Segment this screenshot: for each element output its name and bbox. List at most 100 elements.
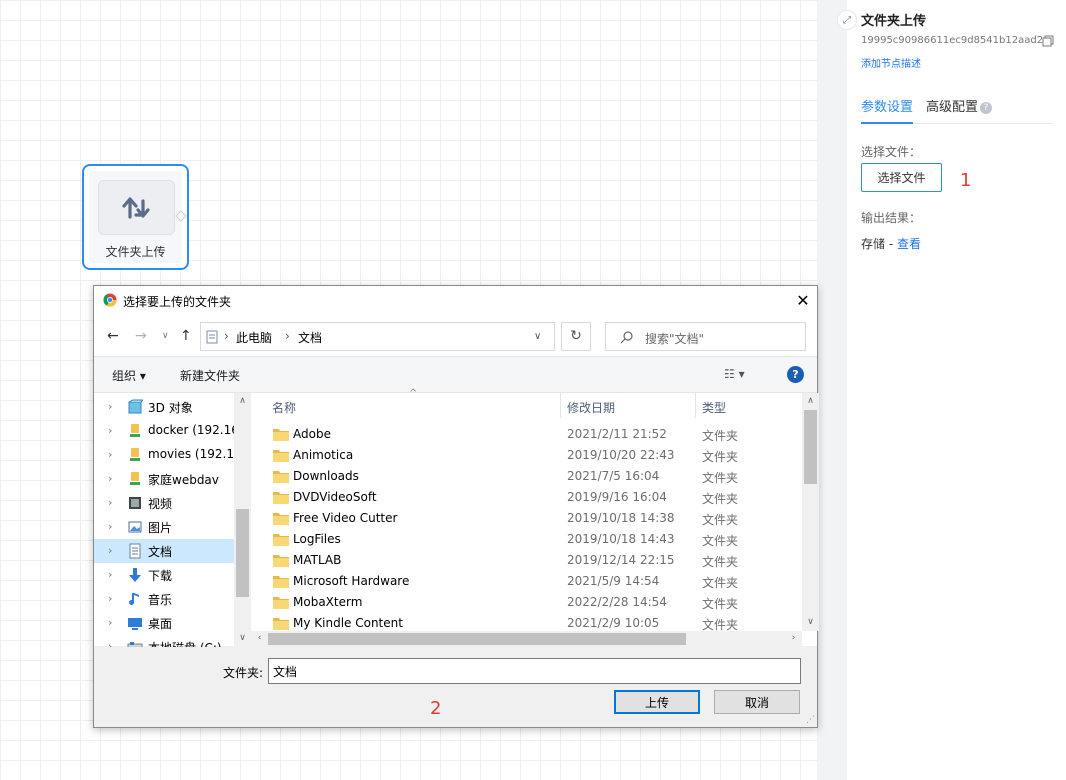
expand-chevron-icon[interactable]: ›: [108, 472, 112, 485]
file-row[interactable]: MATLAB 2019/12/14 22:15 文件夹: [251, 551, 801, 572]
expand-chevron-icon[interactable]: ›: [108, 616, 112, 629]
cancel-button[interactable]: 取消: [714, 690, 800, 714]
download-icon: [129, 568, 141, 582]
file-date: 2021/5/9 14:54: [567, 574, 660, 588]
active-tab-indicator: [861, 122, 913, 124]
select-file-button[interactable]: 选择文件: [861, 163, 942, 192]
breadcrumb-this-pc[interactable]: 此电脑: [236, 329, 272, 346]
expand-chevron-icon[interactable]: ›: [108, 568, 112, 581]
file-date: 2021/2/9 10:05: [567, 616, 660, 630]
file-type: 文件夹: [702, 513, 739, 527]
close-icon[interactable]: ✕: [792, 290, 814, 312]
scroll-left-arrow-icon[interactable]: ‹: [251, 630, 268, 647]
file-date: 2021/2/11 21:52: [567, 427, 667, 441]
node-label: 文件夹上传: [105, 245, 166, 259]
nav-item[interactable]: › 家庭webdav: [94, 467, 234, 491]
file-row[interactable]: Adobe 2021/2/11 21:52 文件夹: [251, 425, 801, 446]
address-dropdown-chevron-icon[interactable]: ∨: [534, 331, 541, 342]
organize-menu[interactable]: 组织 ▾: [112, 367, 146, 384]
address-bar[interactable]: › 此电脑 › 文档 ∨: [200, 322, 555, 351]
workflow-node-folder-upload[interactable]: 文件夹上传: [82, 164, 189, 270]
copy-icon[interactable]: [1042, 35, 1054, 47]
horizontal-scroll-thumb[interactable]: [268, 633, 686, 645]
forward-arrow-icon[interactable]: →: [135, 328, 147, 344]
expand-icon[interactable]: ⤢: [837, 10, 857, 30]
up-arrow-icon[interactable]: ↑: [180, 328, 192, 344]
nav-item[interactable]: › 本地磁盘 (C:): [94, 635, 234, 647]
file-row[interactable]: Downloads 2021/7/5 16:04 文件夹: [251, 467, 801, 488]
scroll-up-arrow-icon[interactable]: ∧: [234, 393, 251, 410]
add-node-description-link[interactable]: 添加节点描述: [861, 55, 921, 70]
scroll-down-arrow-icon[interactable]: ∨: [234, 630, 251, 647]
file-list-scrollbar[interactable]: ∧ ∨: [802, 393, 819, 631]
output-result-label: 输出结果：: [861, 211, 922, 225]
refresh-icon[interactable]: ↻: [561, 322, 591, 351]
music-icon: [129, 593, 139, 605]
nav-pane-scrollbar[interactable]: ∧ ∨: [234, 393, 251, 647]
file-date: 2019/9/16 16:04: [567, 490, 667, 504]
help-icon[interactable]: ?: [787, 366, 804, 383]
nav-item[interactable]: › 音乐: [94, 587, 234, 611]
file-date: 2021/7/5 16:04: [567, 469, 660, 483]
expand-chevron-icon[interactable]: ›: [108, 520, 112, 533]
resize-grip-icon[interactable]: ⋰: [806, 715, 815, 725]
nav-scroll-thumb[interactable]: [236, 509, 249, 597]
back-arrow-icon[interactable]: ←: [107, 328, 119, 344]
upload-button[interactable]: 上传: [614, 690, 700, 714]
file-row[interactable]: Animotica 2019/10/20 22:43 文件夹: [251, 446, 801, 467]
nav-item[interactable]: › 桌面: [94, 611, 234, 635]
folder-name-input[interactable]: [268, 658, 801, 684]
scroll-right-arrow-icon[interactable]: ›: [785, 630, 802, 647]
network-drive-icon: [130, 424, 140, 437]
expand-chevron-icon[interactable]: ›: [108, 640, 112, 647]
navigation-pane: › 3D 对象 › docker (192.16 › movies (192.16 › 家庭w…: [94, 393, 250, 647]
expand-chevron-icon[interactable]: ›: [108, 592, 112, 605]
search-box[interactable]: 搜索"文档": [605, 322, 806, 351]
file-type: 文件夹: [702, 492, 739, 506]
view-options-icon[interactable]: ☷ ▾: [724, 367, 745, 381]
file-name: My Kindle Content: [293, 616, 403, 630]
file-type: 文件夹: [702, 450, 739, 464]
nav-item[interactable]: › docker (192.16: [94, 419, 239, 443]
disk-icon: [127, 642, 143, 647]
file-type: 文件夹: [702, 597, 739, 611]
file-row[interactable]: DVDVideoSoft 2019/9/16 16:04 文件夹: [251, 488, 801, 509]
file-list-scroll-thumb[interactable]: [804, 410, 817, 484]
view-output-link[interactable]: 查看: [897, 237, 921, 251]
expand-chevron-icon[interactable]: ›: [108, 424, 112, 437]
horizontal-scrollbar[interactable]: ‹ ›: [251, 631, 802, 647]
output-result-line: 存储 - 查看: [861, 235, 921, 252]
expand-chevron-icon[interactable]: ›: [108, 496, 112, 509]
file-name: Animotica: [293, 448, 354, 462]
file-row[interactable]: LogFiles 2019/10/18 14:43 文件夹: [251, 530, 801, 551]
nav-item[interactable]: › 下载: [94, 563, 234, 587]
tab-params[interactable]: 参数设置: [861, 96, 913, 115]
column-header-date[interactable]: 修改日期: [561, 393, 696, 418]
expand-chevron-icon[interactable]: ›: [108, 448, 112, 461]
nav-item[interactable]: › movies (192.16: [94, 443, 242, 467]
new-folder-button[interactable]: 新建文件夹: [180, 367, 240, 384]
expand-chevron-icon[interactable]: ›: [108, 400, 112, 413]
folder-icon: [273, 492, 289, 504]
file-row[interactable]: Free Video Cutter 2019/10/18 14:38 文件夹: [251, 509, 801, 530]
file-date: 2019/10/18 14:43: [567, 532, 675, 546]
expand-chevron-icon[interactable]: ›: [108, 544, 112, 557]
recent-locations-chevron-icon[interactable]: ∨: [162, 331, 169, 341]
file-list: 名称 ^ 修改日期 类型 Adobe 2021/2/11 21:52 文件夹 Anim…: [251, 388, 819, 647]
file-row[interactable]: Microsoft Hardware 2021/5/9 14:54 文件夹: [251, 572, 801, 593]
file-row[interactable]: MobaXterm 2022/2/28 14:54 文件夹: [251, 593, 801, 614]
nav-item[interactable]: › 视频: [94, 491, 234, 515]
tab-advanced[interactable]: 高级配置?: [926, 96, 993, 115]
column-header-type[interactable]: 类型: [696, 393, 802, 418]
nav-item-label: 下载: [148, 569, 173, 583]
scroll-up-arrow-icon[interactable]: ∧: [802, 393, 819, 410]
help-icon[interactable]: ?: [980, 102, 993, 114]
nav-item[interactable]: › 图片: [94, 515, 234, 539]
breadcrumb-documents[interactable]: 文档: [298, 329, 322, 346]
nav-item[interactable]: › 3D 对象: [94, 395, 234, 419]
nav-item[interactable]: › 文档: [94, 539, 234, 563]
scroll-down-arrow-icon[interactable]: ∨: [802, 614, 819, 631]
folder-icon: [273, 576, 289, 588]
file-name: Microsoft Hardware: [293, 574, 410, 588]
nav-item-label: 图片: [148, 521, 173, 535]
